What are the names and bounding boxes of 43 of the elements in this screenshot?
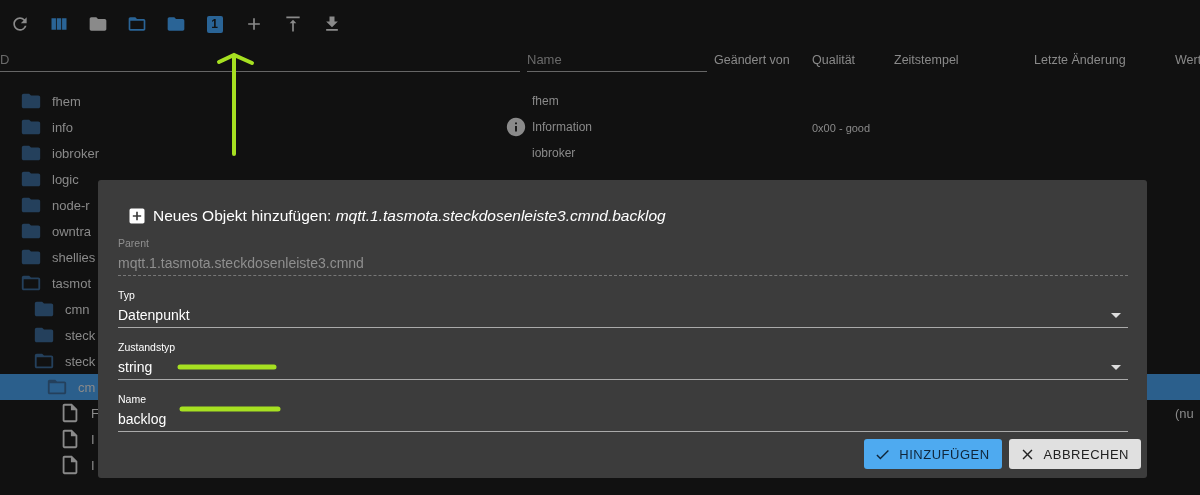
level-badge: 1 [206, 15, 223, 33]
column-header[interactable]: Zeitstempel [894, 53, 1034, 72]
tree-item-label[interactable]: owntra [52, 223, 92, 239]
field-label: Name [118, 392, 147, 406]
tree-item-label[interactable]: steck [65, 327, 96, 343]
field-label: Parent [118, 236, 150, 250]
column-header[interactable]: Geändert von [714, 53, 812, 72]
tree-item-label[interactable]: iobroker [52, 145, 99, 161]
folder-icon [87, 14, 108, 34]
tree-item-label[interactable]: shellies [52, 249, 96, 265]
open-folder-icon [126, 14, 147, 34]
column-header[interactable]: Qualität [812, 53, 894, 72]
tree-item-label[interactable]: fhem [52, 93, 81, 109]
select-field[interactable]: Datenpunkt [118, 302, 1128, 328]
object-name: Information [532, 120, 593, 134]
cancel-button[interactable]: ABBRECHEN [1008, 439, 1141, 469]
add-box-icon [127, 206, 147, 226]
tree-item-label[interactable]: I [91, 431, 95, 447]
tree-item-label[interactable]: cmn [65, 301, 90, 317]
state-value: (nu [1175, 406, 1194, 421]
quality-value: 0x00 - good [812, 122, 871, 134]
tree-item-label[interactable]: steck [65, 353, 96, 369]
column-header[interactable]: Letzte Änderung [1034, 53, 1175, 72]
folder-icon [165, 14, 186, 34]
tree-item-label[interactable]: tasmot [52, 275, 91, 291]
text-field[interactable]: backlog [118, 406, 1128, 432]
add-button[interactable]: HINZUFÜGEN [864, 439, 1002, 469]
object-name: fhem [532, 94, 559, 108]
select-field[interactable]: string [118, 354, 1128, 380]
field-label: Typ [118, 288, 136, 302]
tree-item-label[interactable]: logic [52, 171, 79, 187]
field-label: Zustandstyp [118, 340, 177, 354]
name-filter-field[interactable]: Name [527, 48, 707, 72]
caret-icon [1111, 313, 1121, 318]
caret-icon [1111, 365, 1121, 370]
tree-item-label[interactable]: node-r [52, 197, 90, 213]
dialog-title: Neues Objekt hinzufügen: mqtt.1.tasmota.steckdosenleiste3.cmnd.backlog [153, 207, 666, 225]
id-filter-field[interactable]: D [0, 48, 520, 72]
object-name: iobroker [532, 146, 576, 160]
tree-item-label[interactable]: I [91, 457, 95, 473]
tree-item-label[interactable]: info [52, 119, 73, 135]
tree-item-label[interactable]: F [91, 405, 99, 421]
toolbar-button[interactable]: 1 [195, 0, 234, 48]
